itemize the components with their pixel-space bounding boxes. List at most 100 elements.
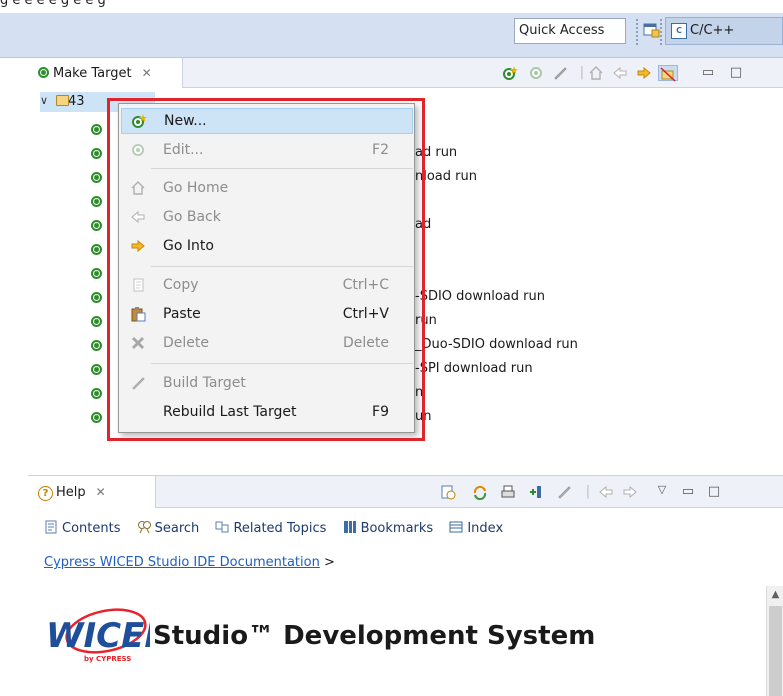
menu-item-shortcut: Ctrl+C: [342, 277, 389, 293]
tree-target-item[interactable]: [91, 216, 102, 238]
build-target-icon[interactable]: [552, 65, 568, 81]
help-link-index[interactable]: Index: [449, 521, 503, 536]
tree-target-item[interactable]: [91, 384, 102, 406]
tree-target-item[interactable]: [91, 408, 102, 430]
separator-icon: |: [585, 484, 591, 499]
menu-item-copy[interactable]: Copy Ctrl+C: [121, 273, 413, 299]
help-icon: ?: [38, 486, 53, 501]
back-arrow-icon[interactable]: [598, 484, 614, 500]
highlight-search-icon[interactable]: [556, 484, 572, 500]
maximize-icon[interactable]: □: [728, 65, 744, 81]
main-toolbar: Quick Access C C/C++: [0, 13, 783, 58]
make-target-icon: [91, 412, 102, 423]
tree-target-item[interactable]: [91, 312, 102, 334]
show-in-contents-icon[interactable]: [440, 484, 456, 500]
tree-target-item[interactable]: [91, 288, 102, 310]
tree-target-label: ad run: [415, 145, 458, 160]
menu-item-go-into[interactable]: Go Into: [121, 234, 413, 260]
chevron-down-icon[interactable]: ∨: [40, 94, 48, 107]
menu-item-new[interactable]: New...: [121, 108, 413, 134]
forward-arrow-icon[interactable]: [622, 484, 638, 500]
help-link-search[interactable]: Search: [137, 521, 204, 536]
index-icon: [449, 521, 463, 533]
related-topics-icon: [215, 521, 229, 533]
make-target-icon: [91, 196, 102, 207]
tree-target-item[interactable]: [91, 264, 102, 286]
help-tabbar: ? Help ✕ | ▽ ▭ □: [28, 476, 783, 508]
delete-icon: [129, 335, 147, 353]
tab-help[interactable]: ? Help ✕: [28, 476, 156, 508]
minimize-icon[interactable]: ▭: [700, 65, 716, 81]
go-back-icon[interactable]: [612, 65, 628, 81]
help-link-contents[interactable]: Contents: [44, 520, 125, 536]
tree-target-item[interactable]: [91, 168, 102, 190]
c-cpp-perspective-button[interactable]: C C/C++: [665, 17, 783, 45]
help-link-bookmarks-label: Bookmarks: [360, 521, 434, 536]
tree-target-item[interactable]: [91, 240, 102, 262]
toolbar-grip: [636, 19, 638, 45]
tree-target-item[interactable]: [91, 120, 102, 142]
open-perspective-icon[interactable]: [642, 21, 660, 39]
edit-target-icon[interactable]: [528, 65, 544, 81]
close-icon[interactable]: ✕: [96, 485, 106, 499]
scroll-up-arrow-icon[interactable]: ▲: [767, 586, 783, 603]
new-target-icon[interactable]: [502, 65, 518, 81]
make-target-icon: [91, 220, 102, 231]
menu-item-label: Go Back: [163, 209, 221, 225]
edit-target-icon: [129, 142, 147, 160]
make-target-icon: [91, 340, 102, 351]
menu-item-go-home[interactable]: Go Home: [121, 176, 413, 202]
help-scrollbar[interactable]: ▲: [766, 586, 783, 696]
view-menu-icon[interactable]: ▽: [654, 482, 670, 498]
quick-access-field[interactable]: Quick Access: [514, 18, 626, 44]
help-view: ? Help ✕ | ▽ ▭ □ Contents Search Related…: [28, 475, 783, 696]
make-target-icon: [91, 316, 102, 327]
make-target-icon: [91, 244, 102, 255]
minimize-icon[interactable]: ▭: [680, 484, 696, 500]
breadcrumb-link-documentation[interactable]: Cypress WICED Studio IDE Documentation: [44, 555, 320, 570]
logo-sub: by CYPRESS: [84, 655, 131, 663]
menu-item-go-back[interactable]: Go Back: [121, 205, 413, 231]
maximize-icon[interactable]: □: [706, 484, 722, 500]
menu-item-paste[interactable]: Paste Ctrl+V: [121, 302, 413, 328]
help-link-index-label: Index: [467, 521, 504, 536]
help-link-bookmarks[interactable]: Bookmarks: [343, 521, 438, 536]
tree-target-item[interactable]: [91, 144, 102, 166]
help-link-contents-label: Contents: [62, 521, 121, 536]
home-icon: [129, 180, 147, 198]
tree-target-item[interactable]: [91, 336, 102, 358]
forward-arrow-icon: [129, 238, 147, 256]
menu-item-build-target[interactable]: Build Target: [121, 371, 413, 397]
tab-make-target-label: Make Target: [53, 66, 132, 81]
scroll-thumb[interactable]: [769, 606, 782, 696]
bookmark-add-icon[interactable]: [528, 484, 544, 500]
print-icon[interactable]: [500, 484, 516, 500]
menu-item-label: Paste: [163, 306, 201, 322]
hide-empty-folders-icon[interactable]: [658, 65, 678, 82]
search-icon: [137, 521, 151, 534]
menu-separator: [151, 266, 413, 267]
build-icon: [129, 375, 147, 393]
context-menu: New... Edit... F2 Go Home Go Back Go Int…: [118, 103, 415, 433]
copy-icon: [129, 277, 147, 295]
go-into-icon[interactable]: [636, 65, 652, 81]
go-home-icon[interactable]: [588, 65, 604, 81]
help-hero-title: Studio™ Development System: [153, 621, 596, 651]
menu-item-rebuild-last-target[interactable]: Rebuild Last Target F9: [121, 400, 413, 426]
menu-item-edit[interactable]: Edit... F2: [121, 138, 413, 164]
sync-navigation-icon[interactable]: [472, 484, 488, 501]
menu-item-label: Edit...: [163, 142, 204, 158]
help-link-related-topics[interactable]: Related Topics: [215, 521, 330, 536]
c-cpp-perspective-icon: C: [671, 23, 687, 39]
tree-target-item[interactable]: [91, 192, 102, 214]
breadcrumb: Cypress WICED Studio IDE Documentation >: [44, 555, 335, 570]
toolbar-grip: [660, 19, 662, 45]
help-link-search-label: Search: [154, 521, 200, 536]
close-icon[interactable]: ✕: [142, 66, 152, 80]
make-target-icon: [91, 388, 102, 399]
tree-target-label: run: [415, 313, 437, 328]
tab-make-target[interactable]: Make Target ✕: [28, 58, 183, 88]
tree-target-item[interactable]: [91, 360, 102, 382]
make-target-icon: [38, 67, 49, 78]
menu-item-delete[interactable]: Delete Delete: [121, 331, 413, 357]
